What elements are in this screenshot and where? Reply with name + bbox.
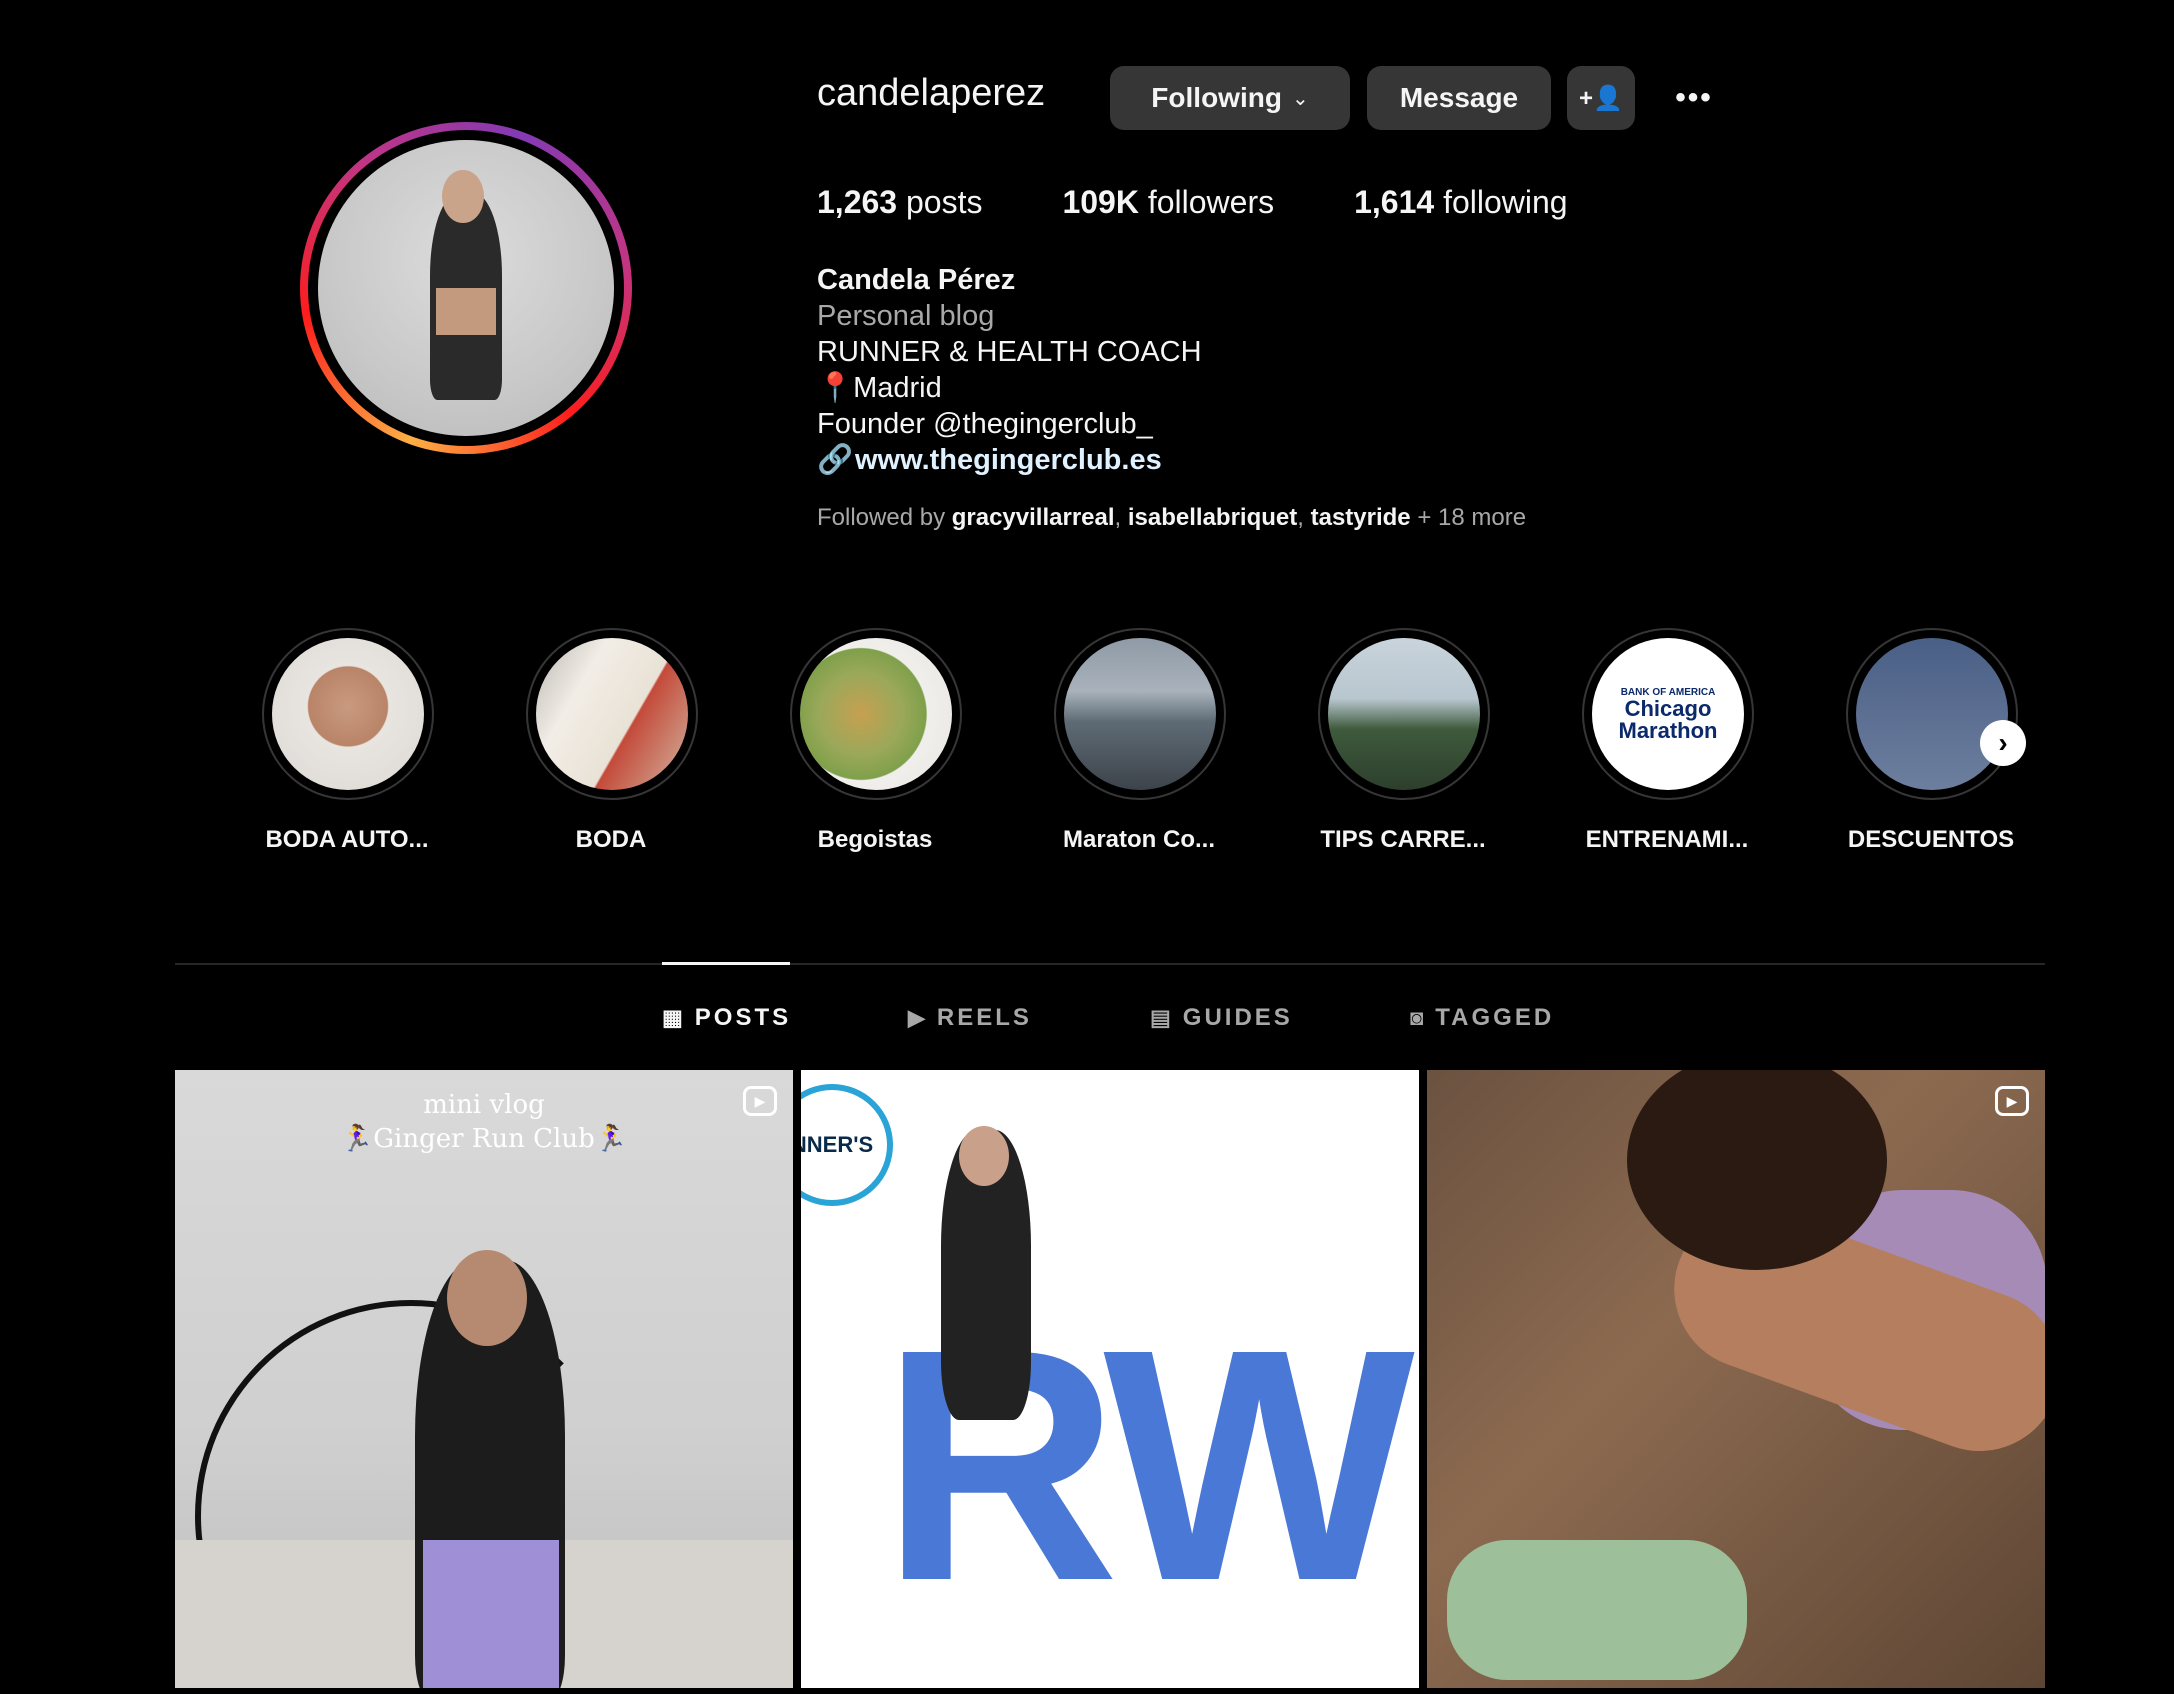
avatar-figure-head xyxy=(442,169,484,223)
grid-icon: ▦ xyxy=(662,1005,683,1030)
message-button[interactable]: Message xyxy=(1367,66,1551,130)
following-button[interactable]: Following ⌄ xyxy=(1110,66,1350,130)
highlight-cover xyxy=(536,638,688,790)
highlight-cover xyxy=(1328,638,1480,790)
posts-label: posts xyxy=(905,184,983,220)
highlight-item[interactable]: Maraton Co... xyxy=(1054,628,1226,854)
tab-tagged[interactable]: ◙ TAGGED xyxy=(1410,1004,1554,1032)
more-options-button[interactable]: ••• xyxy=(1660,66,1728,130)
post-photo-legs xyxy=(423,1540,559,1688)
tab-label: TAGGED xyxy=(1435,1004,1555,1031)
suggested-users-button[interactable]: +👤 xyxy=(1567,66,1635,130)
bio-line-1: RUNNER & HEALTH COACH xyxy=(817,336,1202,368)
highlight-ring xyxy=(1054,628,1226,800)
following-count: 1,614 xyxy=(1354,184,1435,220)
profile-avatar[interactable] xyxy=(300,122,632,454)
tabs-divider xyxy=(175,963,2045,965)
profile-category: Personal blog xyxy=(817,300,995,332)
tab-guides[interactable]: ▤ GUIDES xyxy=(1150,1004,1293,1032)
tab-posts[interactable]: ▦ POSTS xyxy=(662,1004,791,1032)
bio-line-3: Founder @thegingerclub_ xyxy=(817,408,1153,440)
post-thumbnail[interactable]: mini vlog 🏃‍♀️Ginger Run Club🏃‍♀️ ▶ xyxy=(175,1070,793,1688)
highlight-item[interactable]: BANK OF AMERICA Chicago Marathon ENTRENA… xyxy=(1582,628,1754,854)
runners-badge: NNER'S xyxy=(801,1084,893,1206)
profile-full-name: Candela Pérez xyxy=(817,264,1016,296)
tab-label: REELS xyxy=(936,1004,1032,1031)
tagged-icon: ◙ xyxy=(1410,1005,1424,1030)
chicago-marathon-logo: BANK OF AMERICA Chicago Marathon xyxy=(1592,638,1744,790)
post-overlay-line: 🏃‍♀️Ginger Run Club🏃‍♀️ xyxy=(340,1124,628,1154)
bio-link-row: 🔗www.thegingerclub.es xyxy=(817,442,1202,478)
highlight-item[interactable]: BODA AUTO... xyxy=(262,628,434,854)
profile-bio: Candela Pérez Personal blog RUNNER & HEA… xyxy=(817,262,1202,478)
highlight-label: BODA xyxy=(575,826,647,853)
followers-label: followers xyxy=(1147,184,1275,220)
profile-stats: 1,263 posts 109K followers 1,614 followi… xyxy=(817,184,1648,221)
posts-stat: 1,263 posts xyxy=(817,184,982,221)
followers-stat[interactable]: 109K followers xyxy=(1062,184,1274,221)
followed-by-suffix: + 18 more xyxy=(1417,504,1527,531)
bio-website-link[interactable]: www.thegingerclub.es xyxy=(855,444,1162,476)
followed-by[interactable]: Followed by gracyvillarreal, isabellabri… xyxy=(817,504,1526,532)
post-overlay-line: mini vlog xyxy=(423,1090,545,1120)
tab-label: POSTS xyxy=(694,1004,792,1031)
highlight-ring: BANK OF AMERICA Chicago Marathon xyxy=(1582,628,1754,800)
post-thumbnail[interactable]: RW NNER'S xyxy=(801,1070,1419,1688)
add-user-icon: +👤 xyxy=(1579,84,1623,112)
chicago-logo-event: Marathon xyxy=(1618,717,1718,743)
highlight-label: ENTRENAMI... xyxy=(1585,826,1749,853)
highlight-item[interactable]: BODA xyxy=(526,628,698,854)
post-photo-shoe xyxy=(1447,1540,1747,1680)
post-thumbnail[interactable]: ▶ xyxy=(1427,1070,2045,1688)
highlight-ring xyxy=(1846,628,2018,800)
profile-username: candelaperez xyxy=(817,72,1046,114)
highlight-label: TIPS CARRE... xyxy=(1320,826,1486,853)
avatar-figure-midriff xyxy=(436,288,496,336)
post-caption-overlay: mini vlog 🏃‍♀️Ginger Run Club🏃‍♀️ xyxy=(175,1088,793,1156)
following-label: following xyxy=(1443,184,1568,220)
highlight-ring xyxy=(262,628,434,800)
post-photo-head xyxy=(447,1250,527,1346)
followed-by-user: isabellabriquet xyxy=(1127,504,1298,531)
followed-by-user: tastyride xyxy=(1310,504,1411,531)
followed-by-prefix: Followed by xyxy=(817,504,946,531)
chevron-down-icon: ⌄ xyxy=(1291,87,1309,110)
highlight-item[interactable]: TIPS CARRE... xyxy=(1318,628,1490,854)
tab-reels[interactable]: ▶ REELS xyxy=(908,1004,1032,1032)
link-icon: 🔗 xyxy=(817,444,854,476)
highlight-cover xyxy=(800,638,952,790)
highlight-label: Begoistas xyxy=(817,826,933,853)
posts-count: 1,263 xyxy=(817,184,898,220)
tab-label: GUIDES xyxy=(1182,1004,1293,1031)
reels-icon: ▶ xyxy=(908,1005,925,1030)
reel-icon: ▶ xyxy=(743,1086,777,1116)
following-button-label: Following xyxy=(1151,82,1282,113)
post-photo-head xyxy=(959,1126,1009,1186)
highlights-next-button[interactable]: › xyxy=(1980,720,2026,766)
highlight-label: BODA AUTO... xyxy=(265,826,429,853)
highlight-cover xyxy=(272,638,424,790)
highlight-ring xyxy=(526,628,698,800)
highlight-ring xyxy=(790,628,962,800)
followers-count: 109K xyxy=(1062,184,1139,220)
reel-icon: ▶ xyxy=(1995,1086,2029,1116)
highlight-cover xyxy=(1064,638,1216,790)
bio-line-2: 📍Madrid xyxy=(817,372,942,404)
chicago-logo-city: Chicago xyxy=(1624,695,1712,721)
highlight-label: Maraton Co... xyxy=(1062,826,1215,853)
highlight-ring xyxy=(1318,628,1490,800)
chevron-right-icon: › xyxy=(1998,727,2008,758)
avatar-photo xyxy=(318,140,614,436)
highlight-item[interactable]: Begoistas xyxy=(790,628,962,854)
followed-by-user: gracyvillarreal xyxy=(951,504,1115,531)
highlight-cover xyxy=(1856,638,2008,790)
highlight-label: DESCUENTOS xyxy=(1847,826,2015,853)
more-icon: ••• xyxy=(1675,81,1713,114)
guides-icon: ▤ xyxy=(1150,1005,1171,1030)
following-stat[interactable]: 1,614 following xyxy=(1354,184,1567,221)
active-tab-indicator xyxy=(662,962,790,965)
